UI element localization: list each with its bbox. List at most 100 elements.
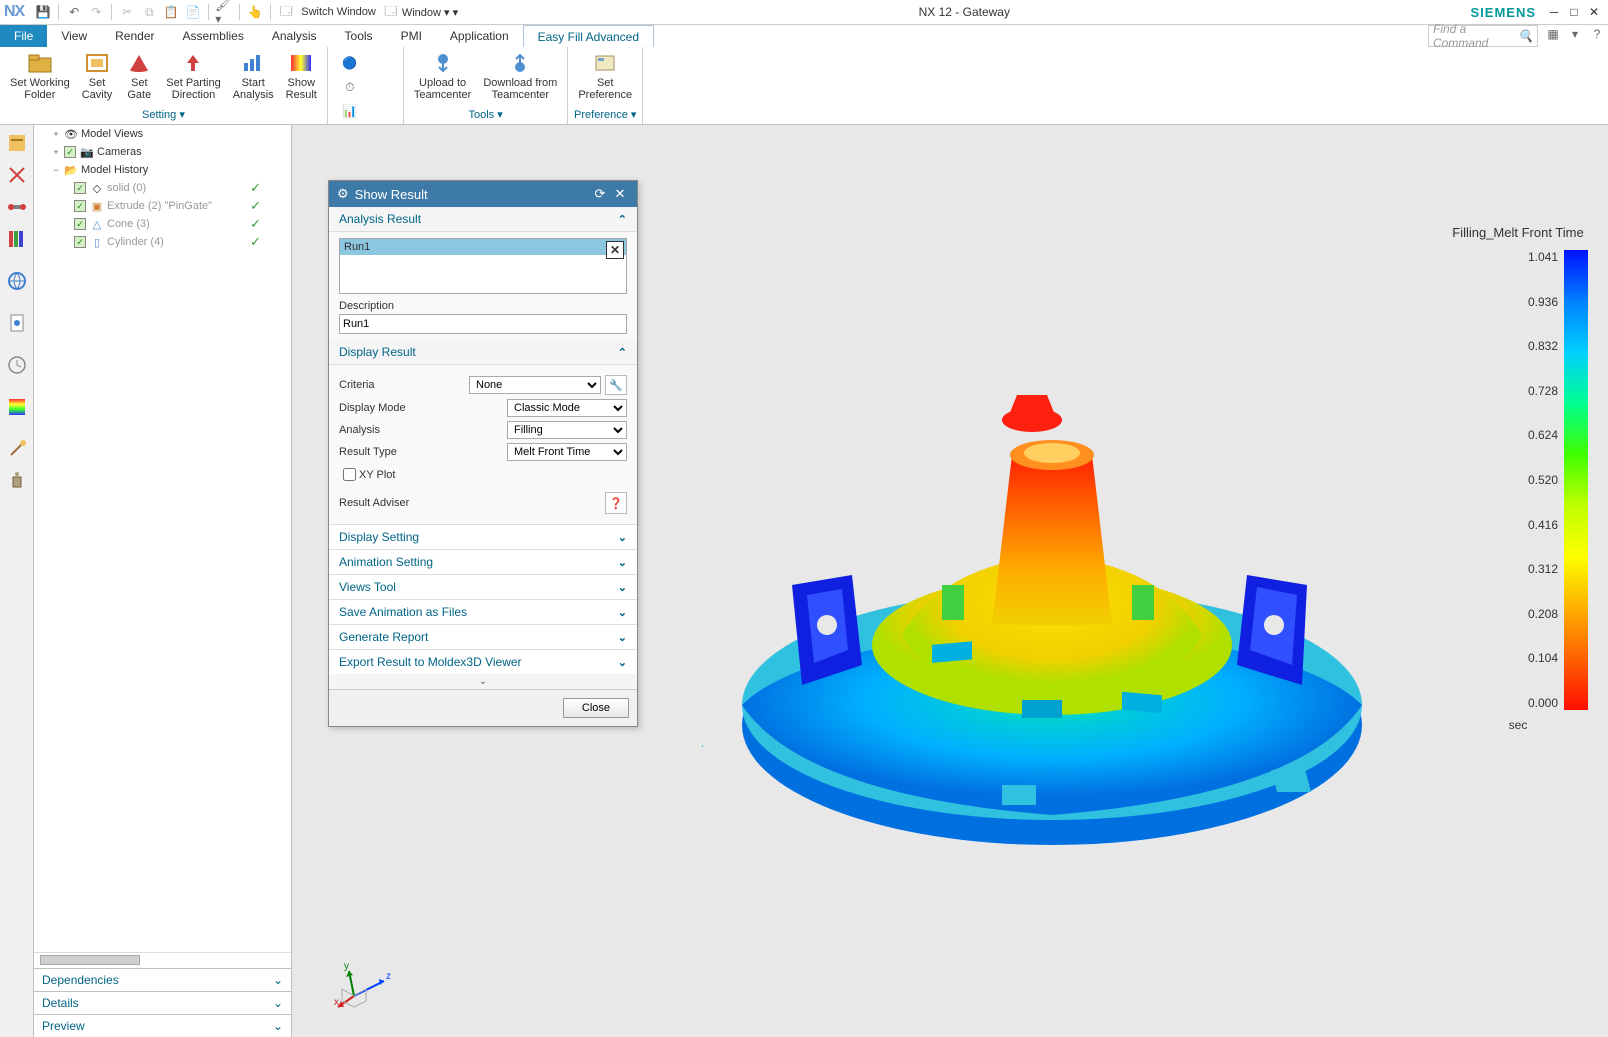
checkbox[interactable]: ✓: [74, 236, 86, 248]
window-icon[interactable]: 🗔: [277, 3, 295, 21]
window2-icon[interactable]: 🗔: [382, 3, 400, 21]
paste-icon[interactable]: 📋: [162, 3, 180, 21]
remove-run-icon[interactable]: ✕: [606, 241, 624, 259]
window-dropdown[interactable]: Window ▾ ▾: [402, 6, 458, 19]
expand-icon[interactable]: +: [50, 146, 62, 158]
checkbox[interactable]: ✓: [74, 200, 86, 212]
constraint-icon[interactable]: [2, 192, 32, 222]
set-preference-button[interactable]: Set Preference: [572, 49, 638, 107]
find-command-input[interactable]: Find a Command 🔍: [1428, 25, 1538, 47]
checkbox[interactable]: ✓: [74, 182, 86, 194]
tree-item[interactable]: ✓ ▯ Cylinder (4) ✓: [34, 233, 291, 251]
collapse-icon[interactable]: −: [50, 164, 62, 176]
section-analysis-result[interactable]: Analysis Result ⌃: [329, 207, 637, 232]
redo-icon[interactable]: ↷: [87, 3, 105, 21]
layers-icon[interactable]: ▦: [1544, 25, 1562, 43]
result-type-select[interactable]: Melt Front Time: [507, 443, 627, 461]
menu-pmi[interactable]: PMI: [387, 25, 436, 47]
help-icon[interactable]: ?: [1588, 25, 1606, 43]
part-nav-icon[interactable]: [2, 160, 32, 190]
menu-render[interactable]: Render: [101, 25, 168, 47]
section-save-animation[interactable]: Save Animation as Files ⌄: [329, 599, 637, 624]
dialog-handle[interactable]: ⌄: [329, 674, 637, 689]
start-analysis-button[interactable]: Start Analysis: [227, 49, 280, 107]
set-parting-direction-button[interactable]: Set Parting Direction: [160, 49, 226, 107]
description-input[interactable]: [339, 314, 627, 334]
touch-icon[interactable]: 👆: [246, 3, 264, 21]
menu-view[interactable]: View: [47, 25, 101, 47]
indicator2-icon[interactable]: ⏱: [336, 75, 364, 99]
menu-analysis[interactable]: Analysis: [258, 25, 331, 47]
panel-preview[interactable]: Preview ⌄: [34, 1014, 291, 1037]
save-icon[interactable]: 💾: [34, 3, 52, 21]
horizontal-scrollbar[interactable]: [34, 952, 291, 968]
checkbox[interactable]: ✓: [64, 146, 76, 158]
set-working-folder-button[interactable]: Set Working Folder: [4, 49, 76, 107]
gear-icon[interactable]: ⚙: [337, 186, 349, 202]
graphics-canvas[interactable]: ⚙ Show Result ⟳ ✕ Analysis Result ⌃ Run1…: [292, 125, 1608, 1037]
minimize-icon[interactable]: ─: [1545, 4, 1563, 20]
section-generate-report[interactable]: Generate Report ⌄: [329, 624, 637, 649]
xy-plot-checkbox[interactable]: [343, 468, 356, 481]
panel-dependencies[interactable]: Dependencies ⌄: [34, 968, 291, 991]
indicator1-icon[interactable]: 🔵: [336, 51, 364, 75]
switch-window-label[interactable]: Switch Window: [301, 6, 376, 18]
run-list[interactable]: Run1 ✕: [339, 238, 627, 294]
tree-model-views[interactable]: + 👁 Model Views: [34, 125, 291, 143]
history-icon[interactable]: [2, 224, 32, 254]
view-triad[interactable]: z y x: [334, 961, 394, 1011]
indicator3-icon[interactable]: 📊: [336, 99, 364, 123]
section-animation-setting[interactable]: Animation Setting ⌄: [329, 549, 637, 574]
navigator-icon[interactable]: [2, 128, 32, 158]
undo-icon[interactable]: ↶: [65, 3, 83, 21]
section-views-tool[interactable]: Views Tool ⌄: [329, 574, 637, 599]
brush-icon[interactable]: 🖌 ▾: [215, 3, 233, 21]
display-mode-select[interactable]: Classic Mode: [507, 399, 627, 417]
close-icon[interactable]: ✕: [1585, 4, 1603, 20]
result-adviser-button[interactable]: ❓: [605, 492, 627, 514]
section-display-setting[interactable]: Display Setting ⌄: [329, 524, 637, 549]
close-button[interactable]: Close: [563, 698, 629, 718]
upload-button[interactable]: Upload to Teamcenter: [408, 49, 477, 107]
analysis-select[interactable]: Filling: [507, 421, 627, 439]
show-result-button[interactable]: Show Result: [280, 49, 323, 107]
run-item[interactable]: Run1: [340, 239, 626, 255]
expand-icon[interactable]: +: [50, 128, 62, 140]
menu-easyfill[interactable]: Easy Fill Advanced: [523, 25, 654, 47]
tree-label: Model History: [81, 164, 148, 176]
paste2-icon[interactable]: 📄: [184, 3, 202, 21]
tree-model-history[interactable]: − 📂 Model History: [34, 161, 291, 179]
set-cavity-button[interactable]: Set Cavity: [76, 49, 119, 107]
download-button[interactable]: Download from Teamcenter: [477, 49, 563, 107]
dialog-title-bar[interactable]: ⚙ Show Result ⟳ ✕: [329, 181, 637, 207]
wand-icon[interactable]: [2, 434, 32, 464]
tree-item[interactable]: ✓ ▣ Extrude (2) "PinGate" ✓: [34, 197, 291, 215]
internet-icon[interactable]: [2, 266, 32, 296]
tree-item[interactable]: ✓ ◇ solid (0) ✓: [34, 179, 291, 197]
clock-icon[interactable]: [2, 350, 32, 380]
document-icon[interactable]: [2, 308, 32, 338]
model-3d-view[interactable]: [702, 325, 1402, 885]
panel-details[interactable]: Details ⌄: [34, 991, 291, 1014]
section-export-result[interactable]: Export Result to Moldex3D Viewer ⌄: [329, 649, 637, 674]
checkbox[interactable]: ✓: [74, 218, 86, 230]
menu-file[interactable]: File: [0, 25, 47, 47]
section-display-result[interactable]: Display Result ⌃: [329, 340, 637, 365]
criteria-select[interactable]: None: [469, 376, 601, 394]
copy-icon[interactable]: ⧉: [140, 3, 158, 21]
tree-cameras[interactable]: + ✓ 📷 Cameras: [34, 143, 291, 161]
chevron-down-icon[interactable]: ▾: [1566, 25, 1584, 43]
close-icon[interactable]: ✕: [611, 185, 629, 203]
model-tree[interactable]: + 👁 Model Views + ✓ 📷 Cameras − 📂 Model …: [34, 125, 291, 968]
maximize-icon[interactable]: □: [1565, 4, 1583, 20]
set-gate-button[interactable]: Set Gate: [118, 49, 160, 107]
robot-icon[interactable]: [2, 466, 32, 496]
palette-icon[interactable]: [2, 392, 32, 422]
tree-item[interactable]: ✓ △ Cone (3) ✓: [34, 215, 291, 233]
wrench-icon[interactable]: 🔧: [605, 375, 627, 395]
reset-icon[interactable]: ⟳: [591, 185, 609, 203]
menu-application[interactable]: Application: [436, 25, 523, 47]
menu-tools[interactable]: Tools: [331, 25, 387, 47]
cut-icon[interactable]: ✂: [118, 3, 136, 21]
menu-assemblies[interactable]: Assemblies: [169, 25, 258, 47]
